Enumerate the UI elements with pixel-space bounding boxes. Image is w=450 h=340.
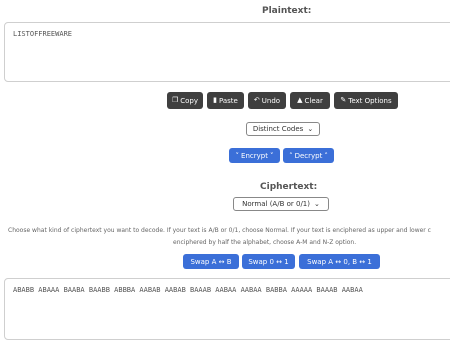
decrypt-label: Decrypt <box>294 151 323 160</box>
undo-button[interactable]: ↶ Undo <box>248 92 286 109</box>
plaintext-heading: Plaintext: <box>262 6 312 16</box>
clear-button[interactable]: ▲ Clear <box>290 92 330 109</box>
chevron-up-icon: ˄ <box>324 151 328 160</box>
swap-ab-label: Swap A ↔ B <box>190 257 232 266</box>
swap-01-label: Swap 0 ↔ 1 <box>248 257 289 266</box>
ciphertext-format-value: Normal (A/B or 0/1) <box>242 200 310 208</box>
decrypt-button[interactable]: ˄ Decrypt ˄ <box>283 148 334 163</box>
swap-both-button[interactable]: Swap A ↔ 0, B ↔ 1 <box>299 254 380 269</box>
mode-select[interactable]: Distinct Codes ⌄ <box>246 122 320 136</box>
text-options-button[interactable]: ✎ Text Options <box>334 92 398 109</box>
copy-label: Copy <box>180 96 199 105</box>
chevron-down-icon: ˅ <box>235 151 240 160</box>
undo-label: Undo <box>261 96 281 105</box>
paste-button[interactable]: ▮ Paste <box>207 92 244 109</box>
chevron-up-icon: ˄ <box>289 151 293 160</box>
copy-icon: ❐ <box>171 96 179 104</box>
magic-wand-icon: ✎ <box>340 96 347 104</box>
text-options-label: Text Options <box>348 96 392 105</box>
encrypt-label: Encrypt <box>241 151 268 160</box>
ciphertext-heading: Ciphertext: <box>260 182 318 192</box>
chevron-down-icon: ⌄ <box>307 125 314 133</box>
chevron-down-icon: ˅ <box>269 151 274 160</box>
swap-ab-button[interactable]: Swap A ↔ B <box>183 254 239 269</box>
plaintext-input[interactable]: LISTOFFREEWARE <box>4 22 450 82</box>
swap-01-button[interactable]: Swap 0 ↔ 1 <box>242 254 295 269</box>
paste-label: Paste <box>218 96 238 105</box>
ciphertext-output[interactable]: ABABB ABAAA BAABA BAABB ABBBA AABAB AABA… <box>4 278 450 340</box>
undo-icon: ↶ <box>253 96 260 104</box>
ciphertext-help-line-2: enciphered by half the alphabet, choose … <box>173 239 357 246</box>
encrypt-button[interactable]: ˅ Encrypt ˅ <box>229 148 280 163</box>
ciphertext-help-line-1: Choose what kind of ciphertext you want … <box>8 227 431 234</box>
swap-both-label: Swap A ↔ 0, B ↔ 1 <box>307 257 372 266</box>
paste-icon: ▮ <box>213 96 217 104</box>
clear-label: Clear <box>304 96 323 105</box>
eraser-icon: ▲ <box>297 96 303 104</box>
chevron-down-icon: ⌄ <box>313 200 320 208</box>
ciphertext-format-select[interactable]: Normal (A/B or 0/1) ⌄ <box>233 197 329 211</box>
copy-button[interactable]: ❐ Copy <box>167 92 203 109</box>
mode-select-value: Distinct Codes <box>252 125 304 133</box>
